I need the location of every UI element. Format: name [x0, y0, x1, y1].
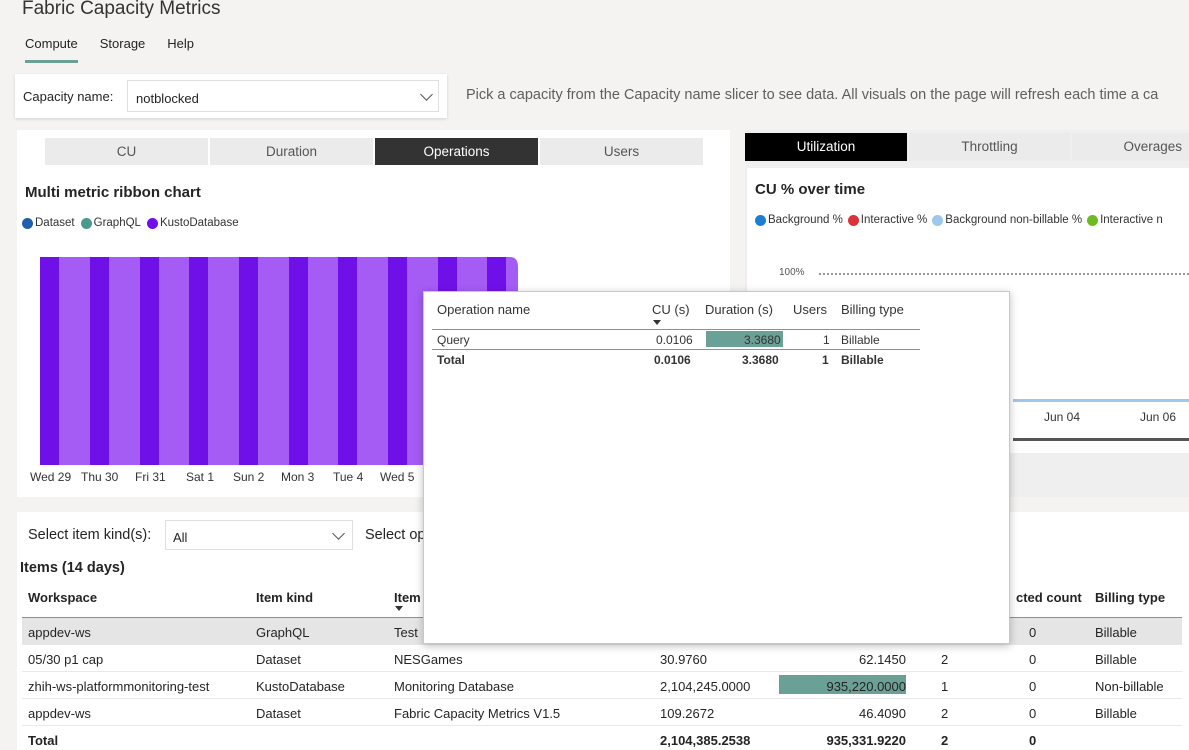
table-total-row: Total 2,104,385.2538 935,331.9220 2 0 — [28, 733, 1037, 748]
tab-utilization[interactable]: Utilization — [745, 133, 907, 161]
legend-dot-icon — [1087, 214, 1099, 226]
tab-users[interactable]: Users — [540, 138, 703, 165]
cu-legend: Background % Interactive % Background no… — [755, 214, 1163, 226]
metric-tabs: CU Duration Operations Users — [45, 138, 703, 165]
items-title: Items (14 days) — [20, 560, 125, 576]
tooltip-total-row: Total 0.0106 3.3680 1 Billable — [437, 353, 884, 367]
legend-dot-icon — [80, 217, 92, 229]
legend-dot-icon — [22, 217, 33, 229]
x-label: Sat 1 — [186, 470, 215, 484]
x-label: Tue 4 — [333, 470, 364, 484]
chevron-down-icon — [420, 88, 433, 101]
item-kind-dropdown[interactable]: All — [165, 520, 353, 550]
col-item[interactable]: Item — [394, 590, 421, 605]
sort-desc-icon — [395, 606, 403, 611]
x-label: Sun 2 — [233, 470, 265, 484]
x-label: Mon 3 — [281, 470, 315, 484]
col-billing-type[interactable]: Billing type — [1095, 590, 1165, 605]
tt-col-duration: Duration (s) — [705, 302, 773, 317]
tt-col-operation-name: Operation name — [437, 302, 531, 317]
col-workspace[interactable]: Workspace — [28, 590, 97, 605]
tt-col-users: Users — [793, 302, 827, 317]
tab-duration[interactable]: Duration — [210, 138, 373, 165]
x-label: Wed 29 — [30, 470, 72, 484]
x-axis-line — [1013, 438, 1189, 441]
legend-dot-icon — [932, 214, 944, 226]
x-label: Fri 31 — [135, 470, 166, 484]
legend-item-interactive[interactable]: Interactive % — [847, 214, 927, 226]
tab-help[interactable]: Help — [167, 36, 194, 63]
capacity-slicer: Capacity name: notblocked — [15, 74, 447, 118]
tab-cu[interactable]: CU — [45, 138, 208, 165]
legend-item-interactive-nonbillable[interactable]: Interactive n — [1087, 214, 1163, 226]
legend-item-kustodatabase[interactable]: KustoDatabase — [146, 217, 239, 229]
capacity-name-dropdown[interactable]: notblocked — [127, 80, 439, 112]
instruction-text: Pick a capacity from the Capacity name s… — [466, 87, 1159, 103]
tt-col-cu: CU (s) — [652, 302, 690, 317]
operations-tooltip: Operation name CU (s) Duration (s) Users… — [423, 291, 1010, 644]
background-nonbillable-line — [1013, 399, 1189, 402]
app-title: Fabric Capacity Metrics — [22, 0, 221, 19]
col-rejected-count[interactable]: cted count — [1016, 590, 1082, 605]
cu-chart-title: CU % over time — [755, 181, 866, 198]
sort-desc-icon — [653, 320, 661, 325]
tooltip-table-header: Operation name CU (s) Duration (s) Users… — [432, 292, 920, 330]
item-kind-value: All — [173, 530, 188, 545]
item-kind-label: Select item kind(s): — [28, 527, 152, 543]
tab-throttling[interactable]: Throttling — [909, 133, 1070, 161]
capacity-slicer-label: Capacity name: — [23, 89, 114, 104]
x-label: Thu 30 — [81, 470, 119, 484]
legend-dot-icon — [755, 214, 766, 226]
x-label: Jun 04 — [1044, 410, 1081, 424]
table-row[interactable]: appdev-ws Dataset Fabric Capacity Metric… — [22, 699, 1182, 726]
y-tick: 100% — [779, 267, 805, 278]
ribbon-chart-title: Multi metric ribbon chart — [25, 184, 201, 201]
legend-item-background-nonbillable[interactable]: Background non-billable % — [932, 214, 1082, 226]
tab-storage[interactable]: Storage — [100, 36, 146, 63]
table-row[interactable]: zhih-ws-platformmonitoring-test KustoDat… — [22, 672, 1182, 699]
top-nav: Compute Storage Help — [25, 36, 194, 63]
chevron-down-icon — [332, 527, 345, 540]
legend-dot-icon — [146, 217, 158, 229]
tab-operations[interactable]: Operations — [375, 138, 538, 165]
select-operation-label: Select op — [365, 527, 426, 543]
legend-item-graphql[interactable]: GraphQL — [80, 217, 141, 229]
tab-compute[interactable]: Compute — [25, 36, 78, 63]
tab-overages[interactable]: Overages — [1072, 133, 1189, 161]
tt-col-billing-type: Billing type — [841, 302, 904, 317]
tooltip-row: Query 0.0106 3.3680 1 Billable — [432, 330, 920, 350]
capacity-name-value: notblocked — [136, 91, 199, 106]
col-item-kind[interactable]: Item kind — [256, 590, 313, 605]
ribbon-legend: Dataset GraphQL KustoDatabase — [22, 217, 239, 229]
x-label: Wed 5 — [380, 470, 415, 484]
table-row[interactable]: 05/30 p1 cap Dataset NESGames 30.9760 62… — [22, 645, 1182, 672]
x-label: Jun 06 — [1140, 410, 1177, 424]
threshold-line — [819, 273, 1189, 275]
legend-dot-icon — [847, 214, 859, 226]
legend-item-background[interactable]: Background % — [755, 214, 843, 226]
legend-item-dataset[interactable]: Dataset — [22, 217, 75, 229]
